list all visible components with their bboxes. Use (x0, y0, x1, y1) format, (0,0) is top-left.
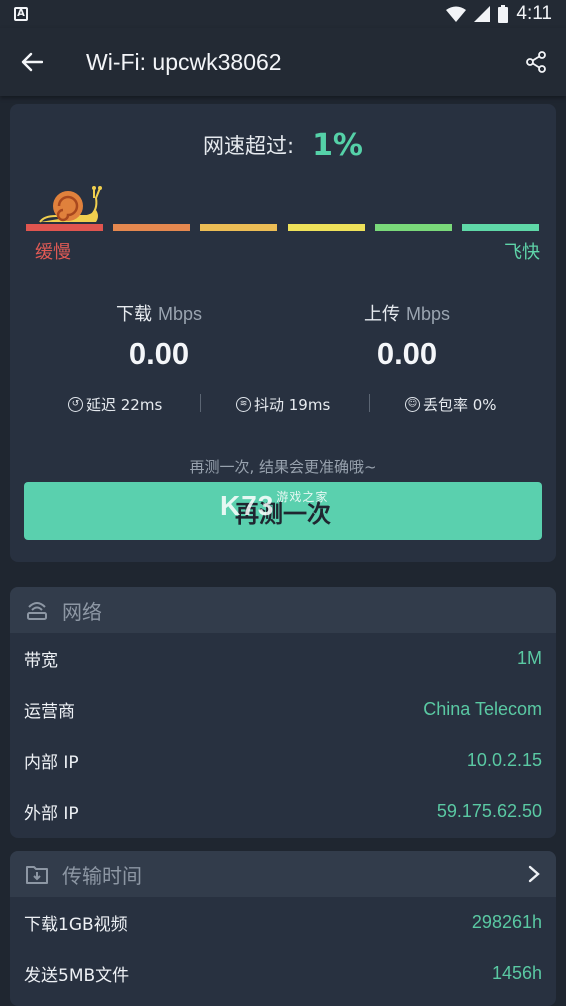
carrier-label: 运营商 (24, 702, 75, 722)
jitter-icon: ≋ (236, 397, 251, 412)
network-card: 网络 带宽 1M 运营商 China Telecom 内部 IP 10.0.2.15 … (10, 587, 556, 838)
watermark-text: K73 (220, 490, 275, 521)
speed-scale (26, 224, 540, 232)
scale-slow-label: 缓慢 (35, 242, 71, 263)
carrier-value: China Telecom (423, 699, 542, 719)
scale-segment-5 (375, 224, 452, 231)
send-5mb-label: 发送5MB文件 (24, 966, 130, 986)
wifi-icon (446, 6, 467, 22)
scale-segment-2 (113, 224, 190, 231)
watermark-subtext: 游戏之家 (276, 490, 329, 504)
external-ip-value: 59.175.62.50 (436, 801, 542, 821)
scale-fast-label: 飞快 (504, 242, 540, 263)
scale-segment-6 (462, 224, 539, 231)
download-folder-icon (26, 863, 48, 885)
latency-icon: ↺ (68, 397, 83, 412)
watermark-logo: K73 游戏之家 (220, 488, 328, 522)
packet-loss-icon: ☺ (405, 397, 420, 412)
clock: 4:11 (516, 3, 552, 24)
snail-icon (39, 186, 102, 223)
info-row: 外部 IP 59.175.62.50 (10, 786, 556, 837)
info-row: 内部 IP 10.0.2.15 (10, 735, 556, 786)
info-row: 带宽 1M (10, 633, 556, 684)
back-button[interactable] (0, 28, 64, 96)
app-bar: Wi-Fi: upcwk38062 (0, 28, 566, 96)
share-icon (526, 51, 546, 73)
signal-icon (474, 6, 491, 22)
notification-icon: A (14, 7, 28, 21)
upload-label: 上传 (363, 304, 400, 325)
latency-stat: ↺ 延迟 22ms (68, 394, 162, 415)
upload-value: 0.00 (376, 336, 438, 371)
scale-segment-1 (26, 224, 103, 231)
download-1gb-label: 下载1GB视频 (24, 915, 128, 935)
upload-metric: 上传 Mbps 0.00 (307, 300, 507, 372)
loss-stat: ☺ 丢包率 0% (405, 394, 497, 415)
exceed-label: 网速超过: (202, 134, 295, 158)
jitter-stat: ≋ 抖动 19ms (236, 394, 330, 415)
stat-divider (200, 394, 201, 412)
retest-hint: 再测一次, 结果会更准确哦~ (189, 458, 377, 476)
transfer-time-card: 传输时间 下载1GB视频 298261h 发送5MB文件 1456h (10, 851, 556, 1006)
internal-ip-label: 内部 IP (24, 753, 79, 773)
status-icons: 4:11 (446, 3, 552, 25)
network-stats: ↺ 延迟 22ms ≋ 抖动 19ms ☺ 丢包率 0% (10, 394, 556, 418)
transfer-header[interactable]: 传输时间 (10, 851, 556, 897)
bandwidth-value: 1M (516, 648, 542, 668)
download-label: 下载 (115, 304, 152, 325)
loss-text: 丢包率 0% (423, 396, 497, 414)
router-icon (26, 599, 48, 621)
network-header: 网络 (10, 587, 556, 633)
network-title: 网络 (62, 599, 102, 624)
send-5mb-value: 1456h (491, 963, 542, 983)
external-ip-label: 外部 IP (24, 804, 79, 824)
scale-segment-3 (200, 224, 277, 231)
page-title: Wi-Fi: upcwk38062 (86, 48, 282, 75)
upload-unit: Mbps (405, 304, 450, 324)
jitter-text: 抖动 19ms (254, 396, 331, 414)
info-row: 下载1GB视频 298261h (10, 897, 556, 948)
exceed-value: 1% (312, 128, 363, 163)
download-value: 0.00 (128, 336, 190, 371)
stat-divider (369, 394, 370, 412)
internal-ip-value: 10.0.2.15 (466, 750, 542, 770)
chevron-right-icon (528, 865, 540, 883)
download-unit: Mbps (157, 304, 202, 324)
bandwidth-label: 带宽 (24, 651, 58, 671)
info-row: 运营商 China Telecom (10, 684, 556, 735)
arrow-left-icon (21, 52, 43, 72)
battery-icon (498, 5, 509, 23)
scale-segment-4 (288, 224, 365, 231)
status-bar: A 4:11 (0, 0, 566, 28)
share-button[interactable] (506, 28, 566, 96)
transfer-title: 传输时间 (62, 863, 142, 888)
download-1gb-value: 298261h (471, 912, 542, 932)
latency-text: 延迟 22ms (86, 396, 163, 414)
download-metric: 下载 Mbps 0.00 (59, 300, 259, 372)
speed-exceed: 网速超过: 1% (10, 128, 556, 163)
info-row: 发送5MB文件 1456h (10, 948, 556, 999)
